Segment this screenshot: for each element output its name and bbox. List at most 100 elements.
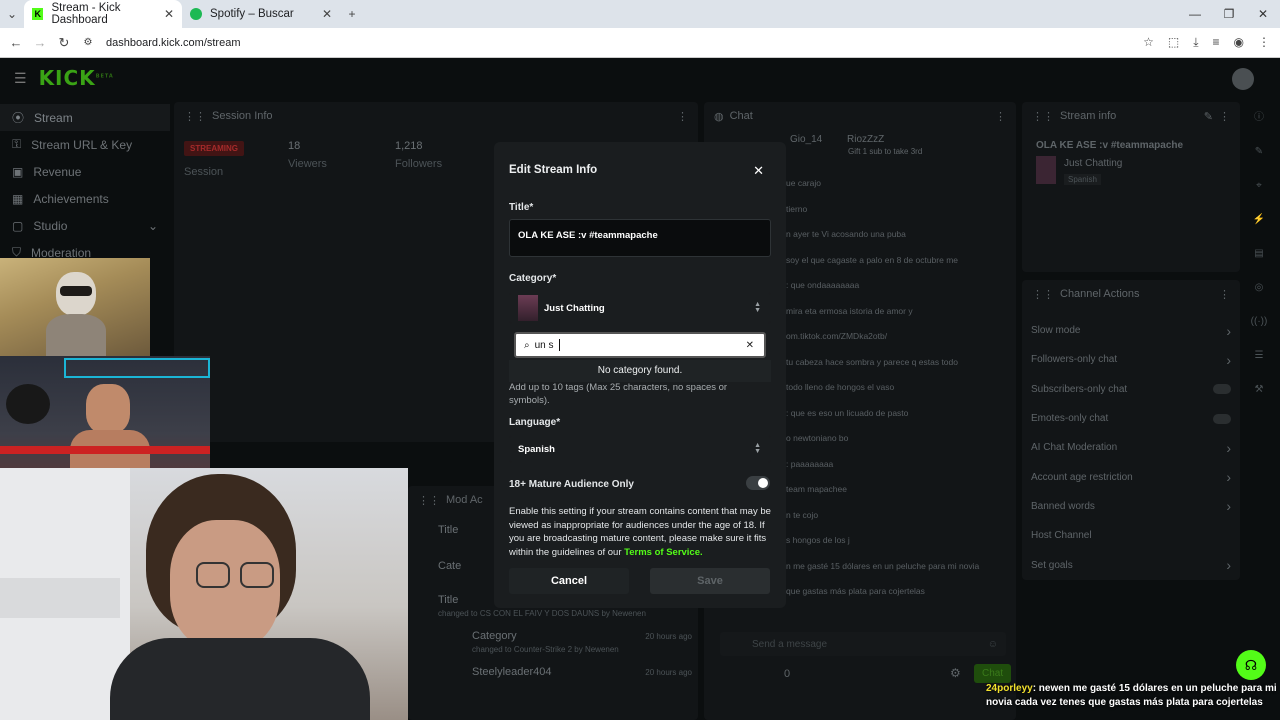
followers-label: Followers: [395, 158, 443, 170]
bolt-icon[interactable]: ⚡: [1253, 214, 1265, 225]
chat-message: o newtoniano bo: [786, 433, 849, 443]
list-item: Steelyleader404: [472, 666, 552, 678]
chat-message: : paaaaaaaa: [786, 458, 834, 469]
minimize-icon[interactable]: —: [1178, 7, 1212, 21]
channel-action-item[interactable]: Host Channel: [1031, 521, 1231, 550]
extensions-icon[interactable]: ⬚: [1168, 35, 1179, 50]
edit-icon[interactable]: ✎: [1204, 110, 1213, 123]
chat-settings-icon[interactable]: ⚙: [950, 666, 961, 680]
profile-icon[interactable]: ◉: [1234, 35, 1244, 50]
forward-icon[interactable]: →: [28, 35, 52, 50]
channel-action-item[interactable]: Account age restriction ›: [1031, 462, 1231, 491]
drag-handle-icon[interactable]: ⋮⋮: [1032, 288, 1054, 301]
channel-action-item[interactable]: Emotes-only chat: [1031, 404, 1231, 433]
send-chat-button[interactable]: Chat: [974, 664, 1012, 683]
pen-icon[interactable]: ✎: [1255, 146, 1263, 157]
mature-description: Enable this setting if your stream conta…: [509, 506, 771, 558]
terms-of-service-link[interactable]: Terms of Service.: [624, 547, 703, 558]
wrench-icon[interactable]: ⚒: [1255, 384, 1264, 395]
toggle-switch[interactable]: [1213, 413, 1231, 424]
clear-search-icon[interactable]: ✕: [746, 340, 754, 351]
info-icon[interactable]: ⓘ: [1254, 108, 1264, 123]
tab-title: Spotify – Buscar: [210, 8, 294, 20]
kick-logo[interactable]: KICKBETA: [39, 66, 114, 90]
tags-helper-text: Add up to 10 tags (Max 25 characters, no…: [509, 382, 728, 406]
more-options-icon[interactable]: ⋮: [995, 110, 1006, 123]
site-info-icon[interactable]: ⚙: [76, 37, 100, 48]
restore-icon[interactable]: ❐: [1212, 7, 1246, 21]
chat-message: soy el que cagaste a palo en 8 de octubr…: [786, 254, 959, 265]
document-icon[interactable]: ▤: [1254, 248, 1263, 259]
chat-input[interactable]: Send a message ☺: [720, 632, 1006, 656]
channel-action-item[interactable]: Slow mode ›: [1031, 316, 1231, 345]
viewer-count: 0: [784, 668, 791, 680]
target-icon[interactable]: ⌖: [1256, 180, 1262, 191]
close-tab-icon[interactable]: ✕: [164, 7, 174, 21]
category-search-input[interactable]: ⌕ un s ✕: [514, 332, 766, 358]
drag-handle-icon[interactable]: ⋮⋮: [1032, 110, 1054, 123]
chat-bubble-icon[interactable]: ◎: [1255, 282, 1264, 293]
chat-fab-button[interactable]: ☊: [1236, 650, 1266, 680]
sidebar-item-stream-url-key[interactable]: ⚿ Stream URL & Key: [0, 131, 170, 158]
media-icon[interactable]: ≡: [1213, 35, 1220, 50]
tab-title: Stream - Kick Dashboard: [51, 2, 121, 26]
reload-icon[interactable]: ↻: [52, 35, 76, 51]
edit-stream-info-modal: Edit Stream Info ✕ Title* OLA KE ASE :v …: [494, 142, 786, 608]
avatar[interactable]: [1232, 68, 1254, 90]
chat-message: que gastas más plata para cojertelas: [786, 586, 925, 596]
close-tab-icon[interactable]: ✕: [322, 7, 332, 21]
gifter-name[interactable]: Gio_14: [790, 134, 822, 145]
bookmark-star-icon[interactable]: ☆: [1143, 35, 1154, 50]
channel-action-label: Account age restriction: [1031, 471, 1133, 483]
channel-action-item[interactable]: Banned words ›: [1031, 492, 1231, 521]
emoji-icon[interactable]: ☺: [988, 639, 998, 650]
gifter-name[interactable]: RiozZzZ: [847, 134, 884, 145]
save-button[interactable]: Save: [650, 568, 770, 594]
url-field[interactable]: dashboard.kick.com/stream: [106, 37, 241, 49]
channel-actions-list: Slow mode › Followers-only chat › Subscriber…: [1031, 316, 1231, 580]
toggle-switch[interactable]: [1213, 384, 1231, 395]
drag-handle-icon[interactable]: ⋮⋮: [418, 494, 440, 507]
dashboard-header: ☰ KICKBETA: [0, 58, 1280, 98]
back-icon[interactable]: ←: [4, 35, 28, 50]
gift-promo[interactable]: Gift 1 sub to take 3rd: [848, 147, 922, 156]
cancel-button[interactable]: Cancel: [509, 568, 629, 594]
channel-action-item[interactable]: Followers-only chat ›: [1031, 345, 1231, 374]
channel-action-item[interactable]: AI Chat Moderation ›: [1031, 433, 1231, 462]
studio-icon: ▢: [12, 218, 24, 233]
list-icon[interactable]: ☰: [1255, 350, 1264, 361]
title-field[interactable]: OLA KE ASE :v #teammapache: [509, 219, 771, 257]
viewers-label: Viewers: [288, 158, 327, 170]
more-options-icon[interactable]: ⋮: [677, 110, 688, 123]
menu-icon[interactable]: ⋮: [1258, 35, 1270, 50]
tab-spotify[interactable]: Spotify – Buscar ✕: [182, 0, 340, 28]
channel-action-item[interactable]: Set goals ›: [1031, 550, 1231, 579]
category-select[interactable]: Just Chatting ▲ ▼: [509, 292, 771, 324]
language-select[interactable]: Spanish ▲ ▼: [509, 435, 771, 463]
chevron-down-icon: ⌄: [147, 218, 158, 233]
channel-action-item[interactable]: Subscribers-only chat: [1031, 375, 1231, 404]
hamburger-menu-icon[interactable]: ☰: [14, 70, 27, 87]
viewer-count: 18: [288, 140, 301, 152]
sidebar-item-achievements[interactable]: ▦ Achievements: [0, 185, 170, 212]
mature-toggle[interactable]: [746, 476, 770, 490]
sidebar-item-studio[interactable]: ▢ Studio ⌄: [0, 212, 170, 239]
new-tab-icon[interactable]: +: [340, 7, 364, 21]
tab-list-icon[interactable]: ⌄: [0, 7, 24, 21]
more-options-icon[interactable]: ⋮: [1219, 288, 1230, 301]
drag-handle-icon[interactable]: ⋮⋮: [184, 110, 206, 123]
sidebar-item-revenue[interactable]: ▣ Revenue: [0, 158, 170, 185]
more-options-icon[interactable]: ⋮: [1219, 110, 1230, 123]
category-thumbnail: [518, 295, 538, 321]
timestamp: 20 hours ago: [645, 668, 692, 677]
tab-kick-dashboard[interactable]: K Stream - Kick Dashboard ✕: [24, 0, 182, 28]
stream-title: OLA KE ASE :v #teammapache: [1036, 140, 1184, 151]
chat-ticker-overlay: 24porleyy: newen me gasté 15 dólares en …: [986, 682, 1280, 710]
sidebar-item-stream[interactable]: ⦿ Stream: [0, 104, 170, 131]
broadcast-icon: ⦿: [12, 111, 25, 125]
close-window-icon[interactable]: ✕: [1246, 7, 1280, 21]
broadcast-icon[interactable]: ((·)): [1251, 316, 1268, 327]
ticker-username: 24porleyy: [986, 683, 1033, 694]
close-icon[interactable]: ✕: [753, 163, 764, 179]
download-icon[interactable]: ⤓: [1193, 35, 1198, 50]
